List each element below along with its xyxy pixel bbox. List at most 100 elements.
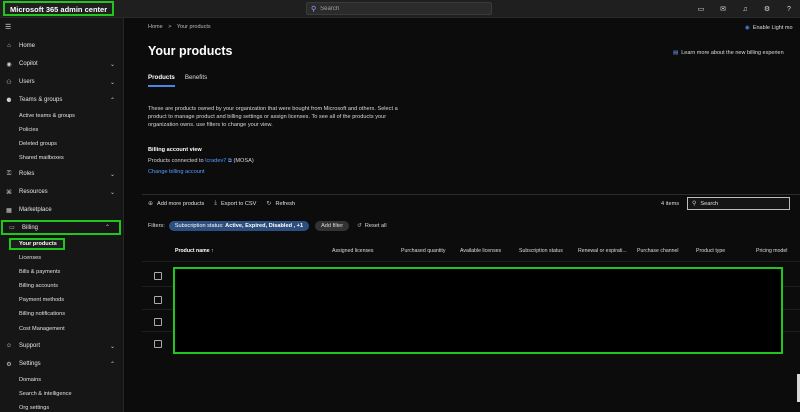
row-checkbox[interactable] — [154, 272, 162, 280]
reset-label: Reset all — [364, 223, 387, 229]
sidebar-item-label: Settings — [19, 361, 41, 367]
toolbar: ⊕ Add more products ⤓ Export to CSV ↻ Refre… — [148, 200, 305, 207]
sidebar-sub-licenses[interactable]: Licenses — [19, 252, 41, 264]
table-header: Product name ↑ Assigned licenses Purchas… — [124, 248, 800, 258]
user-icon: ⚇ — [6, 79, 12, 86]
copilot-icon: ◉ — [6, 61, 12, 68]
billing-account-view-title: Billing account view — [148, 147, 202, 153]
page-description: These are products owned by your organiz… — [148, 106, 398, 128]
sidebar-sub-bills-payments[interactable]: Bills & payments — [19, 266, 60, 278]
column-subscription-status[interactable]: Subscription status — [519, 248, 563, 254]
export-csv-button[interactable]: ⤓ Export to CSV — [214, 200, 256, 207]
external-link-icon[interactable]: ⧉ — [228, 158, 232, 164]
billing-account-link[interactable]: lcradev7 — [205, 158, 226, 164]
app-title[interactable]: Microsoft 365 admin center — [3, 1, 115, 16]
sidebar-item-marketplace[interactable]: ▦ Marketplace — [0, 203, 124, 217]
sidebar-item-label: Roles — [19, 171, 35, 177]
filters-bar: Filters: Subscription status: Active, Ex… — [148, 221, 387, 231]
sidebar-item-resources[interactable]: ⌘ Resources ⌄ — [0, 185, 124, 199]
divider — [142, 194, 800, 195]
tab-products[interactable]: Products — [148, 74, 175, 87]
row-checkbox[interactable] — [154, 318, 162, 326]
sidebar-item-billing[interactable]: ▭ Billing ⌃ — [1, 220, 121, 235]
sidebar-sub-payment-methods[interactable]: Payment methods — [19, 294, 64, 306]
main-content: Home > Your products ◉ Enable Light mo Yo… — [124, 18, 800, 412]
row-checkbox[interactable] — [154, 296, 162, 304]
light-mode-label: Enable Light mo — [752, 25, 793, 31]
chevron-down-icon[interactable]: ⌄ — [110, 171, 115, 178]
bell-icon[interactable]: ♫ — [734, 6, 756, 13]
sidebar-item-settings[interactable]: ⚙ Settings ⌃ — [0, 357, 124, 371]
global-search-input[interactable] — [320, 5, 471, 12]
change-billing-account-link[interactable]: Change billing account — [148, 169, 205, 175]
refresh-icon: ↻ — [266, 201, 272, 207]
sidebar-sub-deleted-groups[interactable]: Deleted groups — [19, 138, 57, 150]
column-pricing-model[interactable]: Pricing model — [756, 248, 787, 254]
add-filter-button[interactable]: Add filter — [315, 221, 350, 231]
hamburger-icon[interactable]: ☰ — [5, 23, 11, 31]
chevron-up-icon[interactable]: ⌃ — [110, 361, 115, 368]
sidebar-item-roles[interactable]: ⚿ Roles ⌄ — [0, 167, 124, 181]
learn-more-label: Learn more about the new billing experie… — [681, 50, 784, 56]
sidebar-sub-active-teams[interactable]: Active teams & groups — [19, 110, 75, 122]
sidebar-sub-policies[interactable]: Policies — [19, 124, 38, 136]
refresh-button[interactable]: ↻ Refresh — [266, 200, 296, 208]
chevron-down-icon[interactable]: ⌄ — [110, 61, 115, 68]
reset-all-button[interactable]: ↺ Reset all — [357, 223, 386, 229]
row-checkbox[interactable] — [154, 340, 162, 348]
list-search-input[interactable] — [700, 200, 781, 207]
tab-benefits[interactable]: Benefits — [185, 74, 207, 87]
sidebar-sub-your-products[interactable]: Your products — [9, 238, 65, 250]
column-available-licenses[interactable]: Available licenses — [460, 248, 501, 254]
home-icon: ⌂ — [7, 43, 11, 49]
resources-icon: ⌘ — [6, 189, 12, 196]
light-mode-toggle[interactable]: ◉ Enable Light mo — [745, 25, 793, 31]
billing-icon: ▭ — [9, 225, 15, 231]
export-label: Export to CSV — [220, 200, 257, 207]
chevron-down-icon[interactable]: ⌄ — [110, 79, 115, 86]
sidebar-item-label: Resources — [19, 189, 48, 195]
book-icon: ▤ — [673, 50, 679, 56]
column-product-type[interactable]: Product type — [696, 248, 725, 254]
chevron-down-icon[interactable]: ⌄ — [110, 189, 115, 196]
chevron-up-icon[interactable]: ⌃ — [110, 97, 115, 104]
marketplace-icon: ▦ — [6, 207, 12, 214]
sidebar-item-teams-groups[interactable]: ⚈ Teams & groups ⌃ — [0, 93, 124, 107]
sidebar-sub-billing-accounts[interactable]: Billing accounts — [19, 280, 58, 292]
column-product-name[interactable]: Product name ↑ — [175, 248, 214, 254]
sidebar-sub-billing-notifications[interactable]: Billing notifications — [19, 308, 65, 320]
sidebar-sub-shared-mailboxes[interactable]: Shared mailboxes — [19, 152, 64, 164]
column-purchase-channel[interactable]: Purchase channel — [637, 248, 679, 254]
chevron-up-icon[interactable]: ⌃ — [105, 224, 110, 231]
breadcrumb-current: Your products — [176, 24, 211, 30]
learn-more-link[interactable]: ▤ Learn more about the new billing experi… — [673, 50, 784, 56]
sidebar-item-support[interactable]: ☺ Support ⌄ — [0, 339, 124, 353]
search-icon: ⚲ — [311, 5, 317, 13]
column-renewal-expiration[interactable]: Renewal or expirati... — [578, 248, 627, 254]
global-search[interactable]: ⚲ — [306, 2, 492, 15]
chevron-down-icon[interactable]: ⌄ — [110, 343, 115, 350]
gear-icon: ⚙ — [6, 361, 12, 368]
sidebar-item-users[interactable]: ⚇ Users ⌄ — [0, 75, 124, 89]
screen-icon[interactable]: ▭ — [690, 5, 712, 13]
sidebar-item-label: Copilot — [19, 61, 38, 67]
help-icon[interactable]: ? — [778, 6, 800, 13]
add-more-products-button[interactable]: ⊕ Add more products — [148, 200, 205, 208]
mail-icon[interactable]: ✉ — [712, 5, 734, 13]
filter-prefix: Subscription status: — [174, 223, 224, 229]
sidebar-item-copilot[interactable]: ◉ Copilot ⌄ — [0, 57, 124, 71]
gear-icon[interactable]: ⚙ — [756, 5, 778, 13]
refresh-label: Refresh — [275, 200, 296, 207]
sidebar-sub-cost-management[interactable]: Cost Management — [19, 323, 65, 335]
column-purchased-quantity[interactable]: Purchased quantity — [401, 248, 445, 254]
breadcrumb-home[interactable]: Home — [148, 24, 163, 30]
sidebar-item-home[interactable]: ⌂ Home — [0, 39, 124, 53]
list-search[interactable]: ⚲ — [687, 197, 790, 210]
sidebar-sub-domains[interactable]: Domains — [19, 374, 41, 386]
sidebar-sub-search-intelligence[interactable]: Search & intelligence — [19, 388, 72, 400]
breadcrumb: Home > Your products — [148, 24, 215, 30]
subscription-status-filter[interactable]: Subscription status: Active, Expired, Di… — [168, 221, 310, 231]
sidebar-sub-org-settings[interactable]: Org settings — [19, 402, 49, 412]
add-more-label: Add more products — [157, 200, 205, 207]
column-assigned-licenses[interactable]: Assigned licenses — [332, 248, 374, 254]
